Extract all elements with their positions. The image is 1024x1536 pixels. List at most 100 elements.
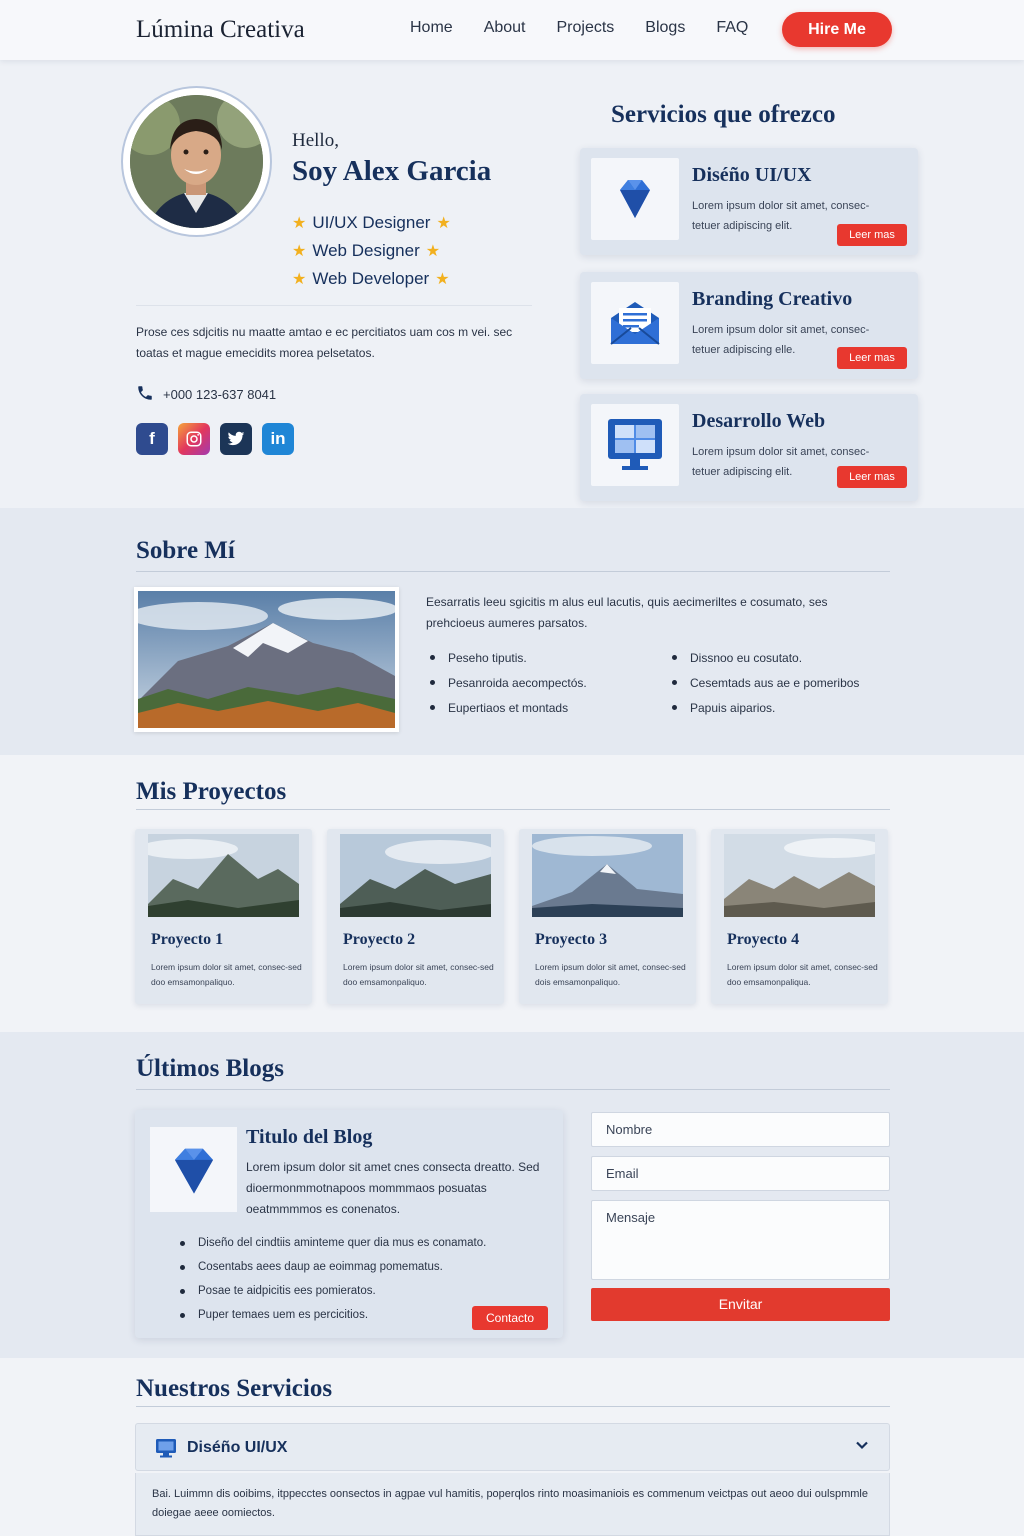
read-more-button[interactable]: Leer mas <box>837 466 907 488</box>
twitter-icon[interactable] <box>220 423 252 455</box>
role-label: Web Developer <box>312 269 430 288</box>
project-image <box>148 834 299 917</box>
message-field[interactable]: Mensaje <box>591 1200 890 1280</box>
accordion-title: Diséño UI/UX <box>187 1439 288 1456</box>
star-icon: ★ <box>292 243 307 260</box>
list-item: Cosentabs aees daup ae eoimmag pomematus… <box>177 1255 486 1279</box>
instagram-icon[interactable] <box>178 423 210 455</box>
nav-home[interactable]: Home <box>410 19 453 37</box>
nav-about[interactable]: About <box>484 19 526 37</box>
list-item: Cesemtads aus ae e pomeribos <box>669 670 859 695</box>
faq-title: Nuestros Servicios <box>136 1375 333 1402</box>
role-item: ★ Web Designer ★ <box>292 237 451 265</box>
list-item: Puper temaes uem es percicitios. <box>177 1303 486 1327</box>
project-image <box>340 834 491 917</box>
project-title: Proyecto 1 <box>151 931 224 948</box>
service-title: Desarrollo Web <box>692 410 826 432</box>
project-card[interactable]: Proyecto 1 Lorem ipsum dolor sit amet, c… <box>135 829 312 1004</box>
about-list-left: Peseho tiputis. Pesanroida aecompectós. … <box>427 645 587 720</box>
read-more-button[interactable]: Leer mas <box>837 224 907 246</box>
accordion-header[interactable]: Diséño UI/UX <box>135 1423 890 1471</box>
hero-greeting: Hello, <box>292 130 339 151</box>
list-item: Diseño del cindtiis aminteme quer dia mu… <box>177 1231 486 1255</box>
brand-logo[interactable]: Lúmina Creativa <box>136 16 305 44</box>
facebook-icon[interactable]: f <box>136 423 168 455</box>
mail-icon <box>591 282 679 364</box>
phone-number: +000 123-637 8041 <box>163 387 277 402</box>
email-field[interactable]: Email <box>591 1156 890 1191</box>
divider <box>136 1089 890 1090</box>
divider <box>136 809 890 810</box>
social-links: f in <box>136 423 294 455</box>
about-image <box>128 587 399 732</box>
phone-icon <box>136 384 154 405</box>
blogs-title: Últimos Blogs <box>136 1055 284 1082</box>
hire-me-button[interactable]: Hire Me <box>782 12 892 47</box>
blog-title[interactable]: Titulo del Blog <box>246 1126 372 1149</box>
role-label: Web Designer <box>312 241 420 260</box>
project-title: Proyecto 2 <box>343 931 416 948</box>
list-item: Posae te aidpicitis ees pomieratos. <box>177 1279 486 1303</box>
project-image <box>724 834 875 917</box>
list-item: Dissnoo eu cosutato. <box>669 645 859 670</box>
nav-projects[interactable]: Projects <box>557 19 615 37</box>
project-title: Proyecto 3 <box>535 931 608 948</box>
services-title: Servicios que ofrezco <box>611 101 836 128</box>
divider <box>136 571 890 572</box>
linkedin-icon[interactable]: in <box>262 423 294 455</box>
project-card[interactable]: Proyecto 2 Lorem ipsum dolor sit amet, c… <box>327 829 504 1004</box>
nav-blogs[interactable]: Blogs <box>645 19 685 37</box>
list-item: Peseho tiputis. <box>427 645 587 670</box>
blog-desc: Lorem ipsum dolor sit amet cnes consecta… <box>246 1160 540 1216</box>
star-icon: ★ <box>425 243 441 260</box>
star-icon: ★ <box>292 215 307 232</box>
project-desc: Lorem ipsum dolor sit amet, consec-sed d… <box>343 962 494 987</box>
role-item: ★ UI/UX Designer ★ <box>292 209 451 237</box>
list-item: Eupertiaos et montads <box>427 695 587 720</box>
nav-faq[interactable]: FAQ <box>716 19 748 37</box>
service-card: Branding Creativo Lorem ipsum dolor sit … <box>580 272 918 379</box>
about-text: Eesarratis leeu sgicitis m alus eul lacu… <box>426 595 828 630</box>
hero-intro: Prose ces sdjcitis nu maatte amtao e ec … <box>136 325 513 360</box>
project-desc: Lorem ipsum dolor sit amet, consec-sed d… <box>727 962 878 987</box>
monitor-icon <box>155 1438 177 1463</box>
project-desc: Lorem ipsum dolor sit amet, consec-sed d… <box>535 962 686 987</box>
chevron-down-icon[interactable] <box>854 1437 870 1458</box>
about-title: Sobre Mí <box>136 537 235 564</box>
service-card: Diséño UI/UX Lorem ipsum dolor sit amet,… <box>580 148 918 255</box>
service-card: Desarrollo Web Lorem ipsum dolor sit ame… <box>580 394 918 501</box>
main-nav: Home About Projects Blogs FAQ <box>410 19 748 37</box>
list-item: Pesanroida aecompectós. <box>427 670 587 695</box>
project-card[interactable]: Proyecto 4 Lorem ipsum dolor sit amet, c… <box>711 829 888 1004</box>
projects-title: Mis Proyectos <box>136 778 287 805</box>
diamond-icon <box>150 1127 237 1212</box>
star-icon: ★ <box>292 271 307 288</box>
submit-button[interactable]: Envitar <box>591 1288 890 1321</box>
divider <box>136 305 532 306</box>
read-more-button[interactable]: Leer mas <box>837 347 907 369</box>
star-icon: ★ <box>435 271 450 288</box>
project-title: Proyecto 4 <box>727 931 800 948</box>
hero-roles: ★ UI/UX Designer ★ ★ Web Designer ★ ★ Web Dev… <box>292 209 451 293</box>
monitor-icon <box>591 404 679 486</box>
about-list-right: Dissnoo eu cosutato. Cesemtads aus ae e … <box>669 645 859 720</box>
list-item: Papuis aiparios. <box>669 695 859 720</box>
project-image <box>532 834 683 917</box>
hero-name: Soy Alex Garcia <box>292 155 492 187</box>
phone-contact[interactable]: +000 123-637 8041 <box>136 384 276 405</box>
project-card[interactable]: Proyecto 3 Lorem ipsum dolor sit amet, c… <box>519 829 696 1004</box>
site-header: Lúmina Creativa Home About Projects Blog… <box>0 0 1024 60</box>
blog-list: Diseño del cindtiis aminteme quer dia mu… <box>177 1231 486 1327</box>
star-icon: ★ <box>436 215 451 232</box>
diamond-icon <box>591 158 679 240</box>
role-label: UI/UX Designer <box>312 213 431 232</box>
service-title: Branding Creativo <box>692 288 853 310</box>
name-field[interactable]: Nombre <box>591 1112 890 1147</box>
role-item: ★ Web Developer ★ <box>292 265 451 293</box>
project-desc: Lorem ipsum dolor sit amet, consec-sed d… <box>151 962 302 987</box>
divider <box>136 1406 890 1407</box>
blog-card: Titulo del Blog Lorem ipsum dolor sit am… <box>135 1110 563 1338</box>
contact-button[interactable]: Contacto <box>472 1306 548 1330</box>
service-title: Diséño UI/UX <box>692 164 812 186</box>
accordion-body: Bai. Luimmn dis ooibims, itppecctes oons… <box>135 1473 890 1536</box>
